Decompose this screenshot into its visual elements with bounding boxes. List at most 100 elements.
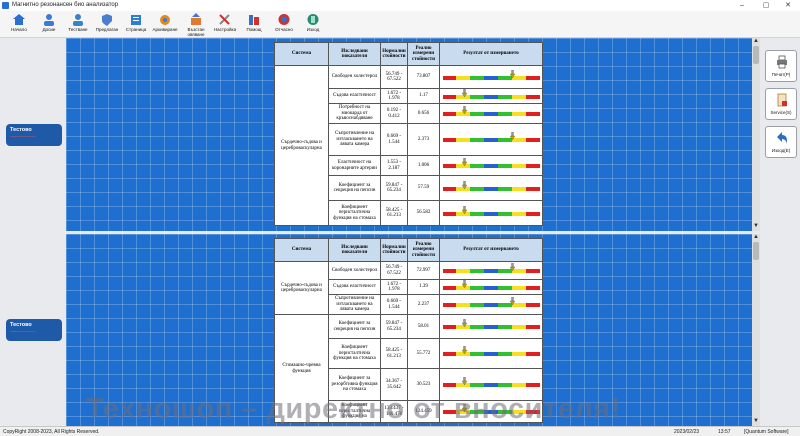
vertical-scrollbar[interactable]: ▲ ▼ [752,234,760,426]
marker-arrow-icon [462,106,468,114]
measured-value: 56.582 [407,200,440,226]
app-icon [2,2,9,9]
marker-arrow-icon [462,158,468,166]
indicator-name: Свободен холестерол [328,65,381,89]
results-table: Система Изследвани показатели Нормални с… [274,42,543,226]
exit-icon [307,14,319,25]
result-gauge [442,132,540,142]
scroll-up-icon[interactable]: ▲ [752,38,760,44]
result-gauge [442,377,540,387]
result-gauge [442,263,540,273]
measured-value: 57.59 [407,175,440,201]
header-result: Резултат от измерването [439,42,543,66]
scroll-down-icon[interactable]: ▼ [752,418,760,424]
marker-arrow-icon [509,132,515,140]
result-gauge-cell [439,294,543,315]
result-gauge-cell [439,279,543,295]
patient-card[interactable]: Тестово ──────── [6,319,62,341]
close-button[interactable]: ✕ [778,1,798,10]
result-gauge [442,346,540,356]
header-actual: Реално измерени стойности [407,238,440,262]
system-cell: Сърдечно-съдова и цереброваскуларна [274,65,329,226]
measured-value: 1.006 [407,155,440,176]
marker-arrow-icon [509,297,515,305]
result-gauge [442,106,540,116]
patient-card[interactable]: Тестово ──────── [6,124,62,146]
scrollbar-thumb[interactable] [753,46,759,64]
normal-range: 58.425 - 61.213 [380,200,408,226]
header-result: Резултат от измерването [439,238,543,262]
person-file-icon [44,14,54,26]
toolbar-settings-button[interactable]: Настройка [210,12,240,38]
marker-arrow-icon [462,205,468,214]
home-icon [13,14,25,25]
normal-range: 1.672 - 1.978 [380,279,408,295]
header-normal: Нормални стойности [380,238,408,262]
patient-list: Тестово ──────── Тестово ──────── [0,38,66,426]
document-icon [777,93,787,107]
result-gauge [442,88,540,99]
measured-value: 2.373 [407,123,440,156]
toolbar-test-button[interactable]: Тестване [63,12,93,38]
result-gauge [442,69,540,80]
measured-value: 1.17 [407,88,440,104]
restore-icon [191,13,201,25]
minimize-button[interactable]: – [732,1,752,10]
work-area: Тестово ──────── Тестово ──────── Систем… [0,38,800,426]
patient-subtitle: ──────── [10,329,36,334]
toolbar-about-button[interactable]: Отчасно [269,12,299,38]
indicator-name: Свободен холестерол [328,261,381,280]
header-actual: Реално измерени стойности [407,42,440,66]
about-icon [278,14,290,25]
scroll-down-icon[interactable]: ▼ [752,223,760,229]
service-button[interactable]: Service(S) [765,88,797,120]
vertical-scrollbar[interactable]: ▲ ▼ [752,38,760,231]
indicator-name: Съдова еластичност [328,88,381,104]
title-bar: Магнитно резонансен био анализатор – ▢ ✕ [0,0,800,11]
indicator-name: Съпротивление на изтласкването на лявата… [328,294,381,315]
measured-value: 72.997 [407,261,440,280]
help-icon [249,15,259,25]
marker-arrow-icon [462,377,468,385]
header-system: Система [274,238,329,262]
offer-icon [102,14,112,26]
print-label: Печат(P) [771,72,791,77]
print-button[interactable]: Печат(P) [765,50,797,82]
result-gauge [442,319,540,329]
result-gauge-cell [439,338,543,369]
table-row: Стомашно-чревна функция Коефициент за сек… [274,314,543,423]
measured-value: 0.656 [407,103,440,124]
result-gauge [442,180,540,191]
indicator-name: Коефициент перисталтична функция на стом… [328,200,381,226]
status-bar: CopyRight 2008-2023, All Rights Reserved… [0,426,800,436]
normal-range: 56.749 - 67.522 [380,65,408,89]
back-arrow-icon [777,132,787,144]
normal-range: 1.672 - 1.978 [380,88,408,104]
header-normal: Нормални стойности [380,42,408,66]
scrollbar-thumb[interactable] [753,242,759,260]
toolbar-offer-button[interactable]: Предлаган [92,12,122,38]
normal-range: 59.847 - 65.234 [380,314,408,339]
toolbar-home-button[interactable]: Начало [4,12,34,38]
normal-range: 1.553 - 2.187 [380,155,408,176]
marker-arrow-icon [509,69,515,78]
scroll-up-icon[interactable]: ▲ [752,234,760,240]
marker-arrow-icon [462,279,468,288]
measured-value: 73.807 [407,65,440,89]
toolbar-restore-button[interactable]: Възстан овяване [181,12,211,38]
toolbar-label: Изход [306,27,320,32]
toolbar-help-button[interactable]: Помощ [239,12,269,38]
toolbar-archive-button[interactable]: Архивиране [150,12,180,38]
archive-icon [160,15,170,25]
toolbar-page-button[interactable]: Страница [121,12,151,38]
printer-icon [777,55,787,69]
measured-value: 2.237 [407,294,440,315]
toolbar-exit-button[interactable]: Изход [298,12,328,38]
measured-value: 1.39 [407,279,440,295]
toolbar-dossier-button[interactable]: Досие [34,12,64,38]
indicator-name: Коефициент за секреция на пепсин [328,175,381,201]
maximize-button[interactable]: ▢ [756,1,776,10]
result-gauge [442,158,540,168]
indicator-name: Еластичност на коронарните артерии [328,155,381,176]
back-button[interactable]: Изход(E) [765,126,797,158]
